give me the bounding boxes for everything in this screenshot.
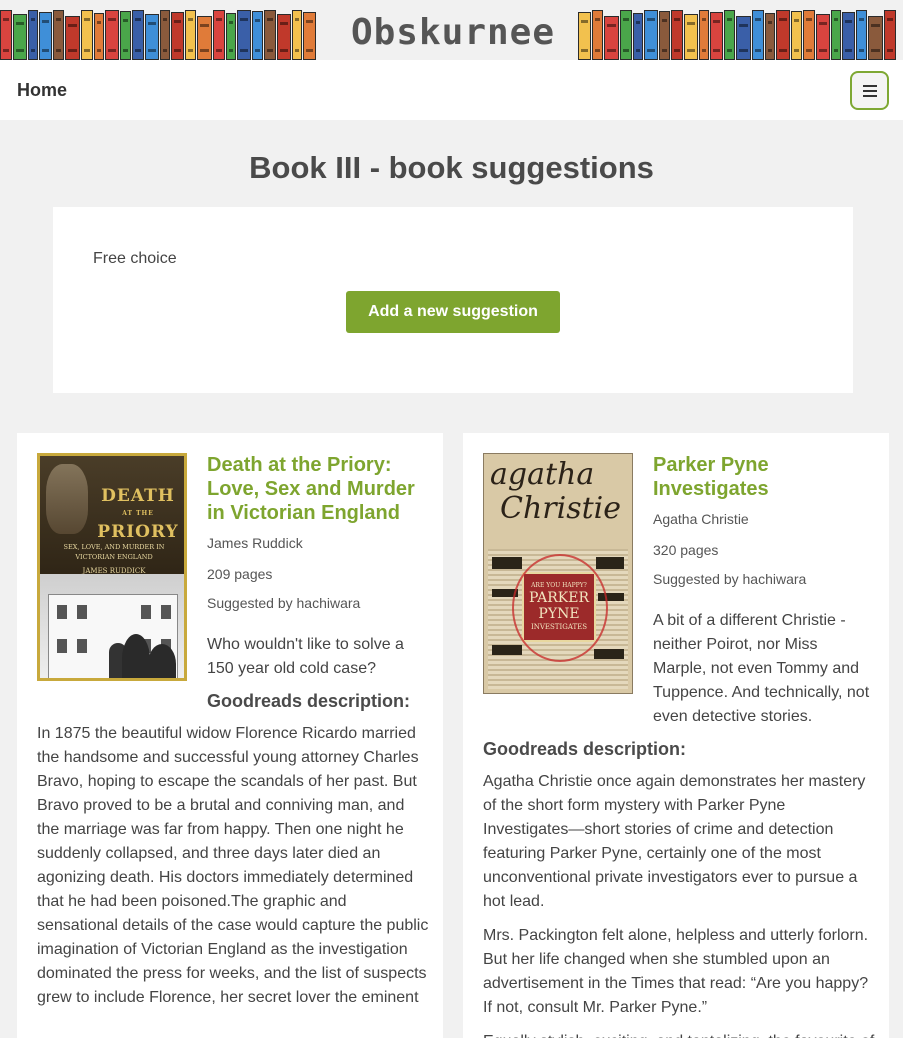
description-paragraph: Equally stylish, exciting, and tantalizi… (483, 1030, 875, 1038)
suggestion-card: agatha Christie ARE YOU HAPPY? PARKER PY… (463, 433, 889, 1038)
bookshelf-right-decoration (578, 6, 903, 60)
book-spine-decoration (699, 10, 709, 60)
book-spine-decoration (292, 10, 302, 60)
book-spine-decoration (604, 16, 619, 60)
book-spine-decoration (842, 12, 855, 60)
book-spine-decoration (831, 10, 841, 60)
goodreads-heading: Goodreads description: (207, 691, 411, 711)
book-spine-decoration (776, 10, 790, 60)
book-spine-decoration (816, 14, 830, 60)
suggested-by: Suggested by hachiwara (653, 571, 807, 587)
book-spine-decoration (197, 16, 212, 60)
book-spine-decoration (252, 11, 263, 60)
book-spine-decoration (620, 10, 632, 60)
free-choice-panel: Free choice Add a new suggestion (53, 207, 853, 393)
page-title: Book III - book suggestions (249, 150, 654, 185)
book-spine-decoration (0, 10, 12, 60)
description-paragraph: In 1875 the beautiful widow Florence Ric… (37, 725, 429, 1006)
bookshelf-left-decoration (0, 6, 328, 60)
menu-toggle-button[interactable] (850, 71, 889, 110)
book-author: Agatha Christie (653, 511, 749, 527)
book-spine-decoration (710, 12, 723, 60)
cover-title-line: AT THE (122, 510, 154, 517)
book-spine-decoration (592, 10, 603, 60)
book-pages: 209 pages (207, 566, 273, 582)
add-suggestion-button[interactable]: Add a new suggestion (346, 291, 560, 333)
book-cover-image: DEATH AT THE PRIORY SEX, LOVE, AND MURDE… (37, 453, 187, 681)
book-spine-decoration (53, 10, 64, 60)
book-spine-decoration (226, 13, 236, 60)
book-pages: 320 pages (653, 542, 719, 558)
book-spine-decoration (145, 14, 159, 60)
book-spine-decoration (671, 10, 683, 60)
book-spine-decoration (105, 10, 119, 60)
book-spine-decoration (171, 12, 184, 60)
cover-subtitle: SEX, LOVE, AND MURDER IN VICTORIAN ENGLA… (63, 543, 165, 561)
book-spine-decoration (803, 10, 815, 60)
book-spine-decoration (303, 12, 316, 60)
book-spine-decoration (28, 10, 38, 60)
book-spine-decoration (736, 16, 751, 60)
book-spine-decoration (856, 10, 867, 60)
book-spine-decoration (659, 11, 670, 60)
suggestion-blurb: A bit of a different Christie - neither … (653, 612, 870, 725)
suggestion-blurb: Who wouldn't like to solve a 150 year ol… (207, 636, 404, 677)
goodreads-description: In 1875 the beautiful widow Florence Ric… (37, 722, 429, 1010)
book-spine-decoration (264, 10, 276, 60)
panel-text: Free choice (93, 250, 177, 267)
suggested-by: Suggested by hachiwara (207, 595, 361, 611)
book-spine-decoration (132, 10, 144, 60)
goodreads-description: Agatha Christie once again demonstrates … (483, 770, 875, 1038)
site-title[interactable]: Obskurnee (328, 12, 578, 53)
site-banner: Obskurnee (0, 0, 903, 60)
goodreads-heading: Goodreads description: (483, 739, 687, 759)
book-cover-image: agatha Christie ARE YOU HAPPY? PARKER PY… (483, 453, 633, 694)
book-spine-decoration (213, 10, 225, 60)
book-title[interactable]: Death at the Priory: Love, Sex and Murde… (207, 453, 427, 525)
hamburger-icon (862, 84, 877, 97)
suggestion-card: DEATH AT THE PRIORY SEX, LOVE, AND MURDE… (17, 433, 443, 1038)
book-title[interactable]: Parker Pyne Investigates (653, 453, 873, 501)
book-spine-decoration (724, 10, 735, 60)
book-spine-decoration (633, 13, 643, 60)
book-spine-decoration (277, 14, 291, 60)
description-paragraph: Agatha Christie once again demonstrates … (483, 773, 866, 910)
book-spine-decoration (868, 16, 883, 60)
book-spine-decoration (65, 16, 80, 60)
book-spine-decoration (791, 11, 802, 60)
book-spine-decoration (13, 14, 27, 60)
book-spine-decoration (644, 10, 658, 60)
book-spine-decoration (684, 14, 698, 60)
book-spine-decoration (160, 10, 170, 60)
cover-handwriting: Christie (500, 491, 622, 526)
description-paragraph: Mrs. Packington felt alone, helpless and… (483, 927, 869, 1016)
book-spine-decoration (884, 10, 896, 60)
book-author: James Ruddick (207, 535, 303, 551)
cover-title-line: DEATH (101, 486, 175, 506)
book-spine-decoration (578, 12, 591, 60)
book-spine-decoration (81, 10, 93, 60)
nav-home-link[interactable]: Home (17, 80, 67, 101)
book-spine-decoration (185, 10, 196, 60)
navbar: Home (0, 60, 903, 120)
book-spine-decoration (39, 12, 52, 60)
book-spine-decoration (765, 13, 775, 60)
book-spine-decoration (752, 10, 764, 60)
book-spine-decoration (120, 11, 131, 60)
book-spine-decoration (94, 13, 104, 60)
cover-handwriting: agatha (490, 457, 595, 492)
book-spine-decoration (237, 10, 251, 60)
